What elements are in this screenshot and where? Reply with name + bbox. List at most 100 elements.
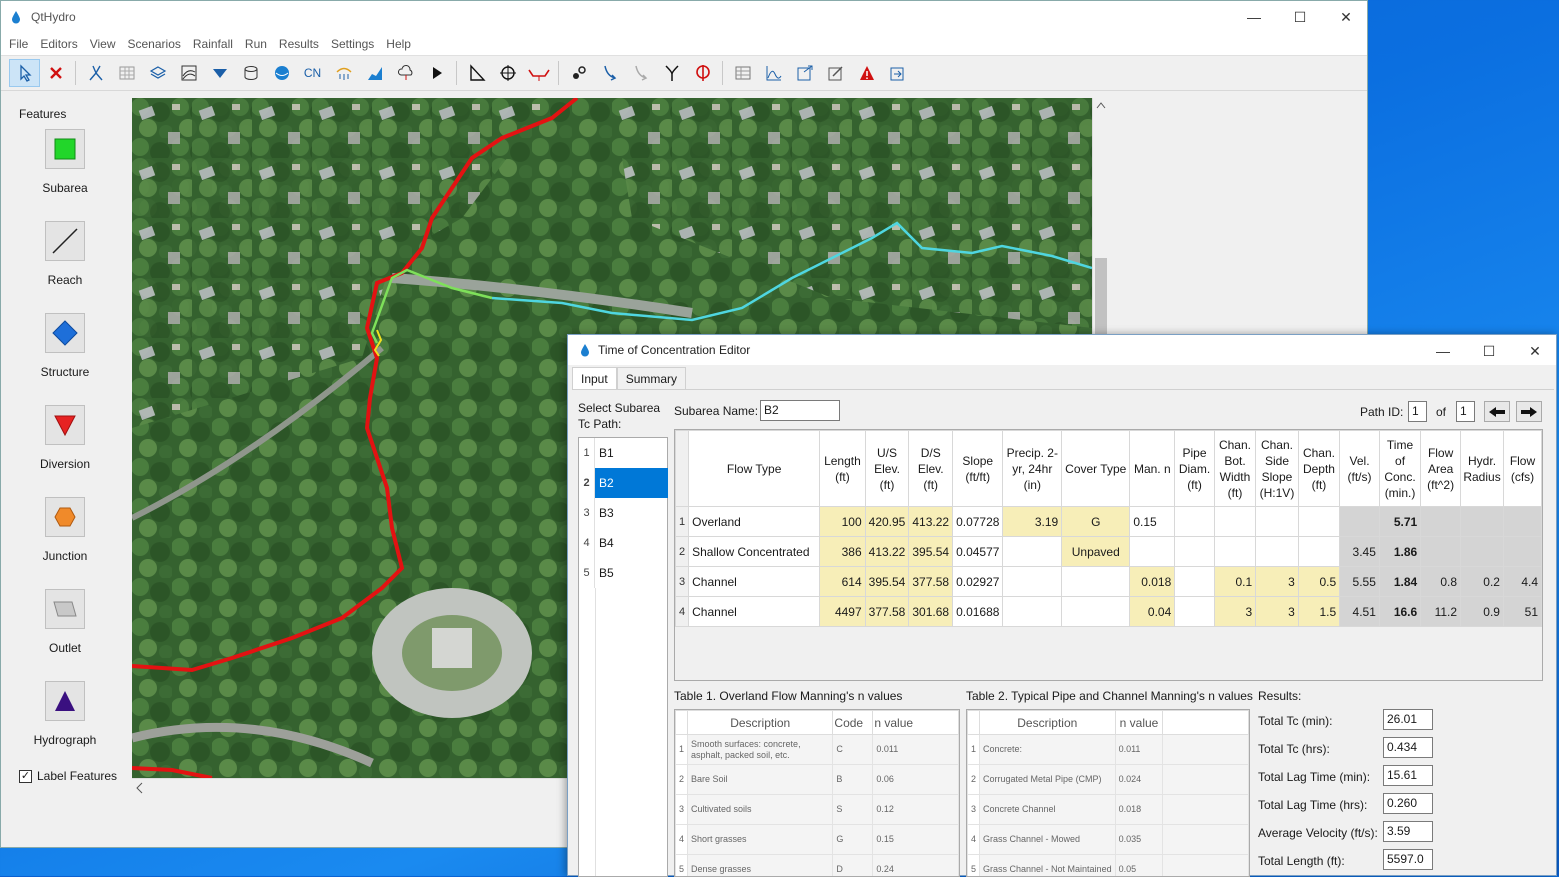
storage-icon[interactable] [235,59,266,87]
close-icon[interactable]: ✕ [1512,335,1558,367]
list-item[interactable]: 5B5 [579,558,668,588]
minimize-icon[interactable]: — [1420,335,1466,367]
cell-length[interactable]: 4497 [820,597,865,627]
feature-structure[interactable]: Structure [1,313,129,379]
menu-editors[interactable]: Editors [34,37,83,51]
outlet-parallelogram-icon[interactable] [45,589,85,629]
layers-icon[interactable] [142,59,173,87]
feature-reach[interactable]: Reach [1,221,129,287]
target-icon[interactable] [492,59,523,87]
checkbox-checked-icon[interactable]: ✓ [19,770,32,783]
cell-ds-elev[interactable]: 301.68 [909,597,953,627]
cell-depth[interactable]: 0.5 [1298,567,1339,597]
rainfall-icon[interactable] [328,59,359,87]
list-item[interactable]: 4B4 [579,528,668,558]
hydrograph-triangle-icon[interactable] [45,681,85,721]
next-path-button[interactable] [1516,401,1542,422]
col-header[interactable]: Cover Type [1062,431,1130,507]
list-item[interactable]: 3B3 [579,498,668,528]
menu-help[interactable]: Help [380,37,417,51]
cell-cover-type[interactable] [1062,597,1130,627]
cell-bot-width[interactable]: 0.1 [1214,567,1255,597]
tab-summary[interactable]: Summary [617,367,686,389]
cell-us-elev[interactable]: 377.58 [865,597,909,627]
cell-bot-width[interactable] [1214,537,1255,567]
select-arrow-icon[interactable] [9,59,40,87]
curve-arrow-icon[interactable] [594,59,625,87]
curve-arrow-gray-icon[interactable] [625,59,656,87]
scroll-thumb[interactable] [1095,258,1107,336]
list-item[interactable]: 1B1 [579,438,668,468]
cell-pipe-diam[interactable] [1175,597,1215,627]
cell-side-slope[interactable]: 3 [1256,597,1299,627]
cell-ds-elev[interactable]: 413.22 [909,507,953,537]
col-header[interactable]: D/S Elev. (ft) [909,431,953,507]
run-play-icon[interactable] [421,59,452,87]
scroll-left-icon[interactable] [132,779,146,796]
channel-icon[interactable] [204,59,235,87]
cell-us-elev[interactable]: 395.54 [865,567,909,597]
junction-hexagon-icon[interactable] [45,497,85,537]
col-header[interactable]: Time of Conc. (min.) [1379,431,1420,507]
cell-side-slope[interactable] [1256,537,1299,567]
warning-icon[interactable] [851,59,882,87]
junction-y-icon[interactable] [656,59,687,87]
col-header[interactable]: Flow (cfs) [1503,431,1541,507]
col-header[interactable]: Precip. 2-yr, 24hr (in) [1003,431,1062,507]
menu-settings[interactable]: Settings [325,37,380,51]
minimize-icon[interactable]: — [1231,1,1277,33]
cell-side-slope[interactable] [1256,507,1299,537]
cell-depth[interactable] [1298,507,1339,537]
hydrograph-chart-icon[interactable] [359,59,390,87]
cell-side-slope[interactable]: 3 [1256,567,1299,597]
maximize-icon[interactable]: ☐ [1466,335,1512,367]
cell-pipe-diam[interactable] [1175,537,1215,567]
col-header[interactable]: Chan. Depth (ft) [1298,431,1339,507]
cell-flow-type[interactable]: Channel [689,567,820,597]
menu-run[interactable]: Run [239,37,273,51]
export-icon[interactable] [789,59,820,87]
cell-ds-elev[interactable]: 377.58 [909,567,953,597]
cell-ds-elev[interactable]: 395.54 [909,537,953,567]
diversion-triangle-icon[interactable] [45,405,85,445]
chart-icon[interactable] [758,59,789,87]
list-item-selected[interactable]: 2B2 [579,468,668,498]
cell-flow-type[interactable]: Channel [689,597,820,627]
outlet-pin-icon[interactable] [687,59,718,87]
cell-precip[interactable] [1003,537,1062,567]
label-features-checkbox[interactable]: ✓ Label Features [19,769,117,783]
feature-hydrograph[interactable]: Hydrograph [1,681,129,747]
col-header[interactable]: Slope (ft/ft) [953,431,1003,507]
col-header[interactable]: Flow Area (ft^2) [1421,431,1461,507]
col-header[interactable]: Chan. Side Slope (H:1V) [1256,431,1299,507]
tab-input[interactable]: Input [572,367,617,389]
menu-view[interactable]: View [84,37,122,51]
cell-flow-type[interactable]: Shallow Concentrated [689,537,820,567]
cell-mannings-n[interactable]: 0.018 [1130,567,1175,597]
menu-scenarios[interactable]: Scenarios [122,37,187,51]
col-header[interactable]: U/S Elev. (ft) [865,431,909,507]
cell-precip[interactable] [1003,597,1062,627]
cell-cover-type[interactable]: G [1062,507,1130,537]
cell-mannings-n[interactable]: 0.04 [1130,597,1175,627]
reach-profile-icon[interactable] [523,59,554,87]
menu-results[interactable]: Results [273,37,325,51]
cell-depth[interactable] [1298,537,1339,567]
link-icon[interactable] [563,59,594,87]
maximize-icon[interactable]: ☐ [1277,1,1323,33]
menu-file[interactable]: File [3,37,34,51]
cn-icon[interactable]: CN [297,59,328,87]
measure-icon[interactable] [461,59,492,87]
col-header[interactable]: Man. n [1130,431,1175,507]
delete-x-icon[interactable] [40,59,71,87]
edit-icon[interactable] [820,59,851,87]
cell-precip[interactable]: 3.19 [1003,507,1062,537]
cloud-icon[interactable] [390,59,421,87]
cell-cover-type[interactable]: Unpaved [1062,537,1130,567]
col-header[interactable]: Pipe Diam. (ft) [1175,431,1215,507]
col-header[interactable]: Vel. (ft/s) [1340,431,1380,507]
close-icon[interactable]: ✕ [1323,1,1369,33]
feature-outlet[interactable]: Outlet [1,589,129,655]
col-header[interactable]: Length (ft) [820,431,865,507]
cell-pipe-diam[interactable] [1175,567,1215,597]
